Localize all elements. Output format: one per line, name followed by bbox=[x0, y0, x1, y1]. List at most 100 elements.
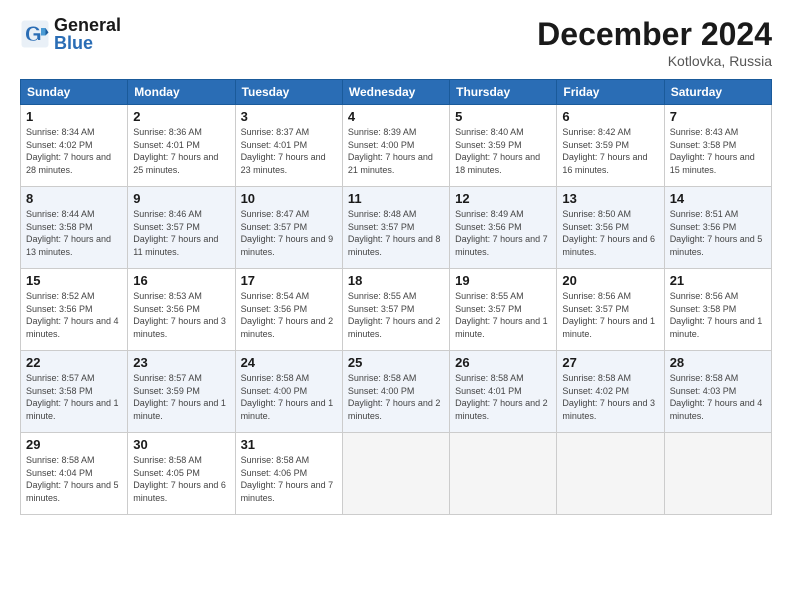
day-info: Sunrise: 8:58 AMSunset: 4:02 PMDaylight:… bbox=[562, 372, 658, 422]
calendar-week-row: 15 Sunrise: 8:52 AMSunset: 3:56 PMDayligh… bbox=[21, 269, 772, 351]
calendar-cell bbox=[664, 433, 771, 515]
calendar-cell: 31 Sunrise: 8:58 AMSunset: 4:06 PMDayligh… bbox=[235, 433, 342, 515]
logo-icon bbox=[20, 19, 50, 49]
day-info: Sunrise: 8:40 AMSunset: 3:59 PMDaylight:… bbox=[455, 126, 551, 176]
day-info: Sunrise: 8:58 AMSunset: 4:05 PMDaylight:… bbox=[133, 454, 229, 504]
day-number: 27 bbox=[562, 355, 658, 370]
day-info: Sunrise: 8:44 AMSunset: 3:58 PMDaylight:… bbox=[26, 208, 122, 258]
day-info: Sunrise: 8:57 AMSunset: 3:59 PMDaylight:… bbox=[133, 372, 229, 422]
day-info: Sunrise: 8:34 AMSunset: 4:02 PMDaylight:… bbox=[26, 126, 122, 176]
calendar-cell: 12Sunrise: 8:49 AMSunset: 3:56 PMDayligh… bbox=[450, 187, 557, 269]
day-number: 22 bbox=[26, 355, 122, 370]
day-number: 26 bbox=[455, 355, 551, 370]
day-info: Sunrise: 8:58 AMSunset: 4:04 PMDaylight:… bbox=[26, 454, 122, 504]
calendar-cell: 16Sunrise: 8:53 AMSunset: 3:56 PMDayligh… bbox=[128, 269, 235, 351]
day-number: 18 bbox=[348, 273, 444, 288]
logo-text: General Blue bbox=[54, 16, 121, 52]
calendar-cell: 23 Sunrise: 8:57 AMSunset: 3:59 PMDayligh… bbox=[128, 351, 235, 433]
column-header-saturday: Saturday bbox=[664, 80, 771, 105]
day-info: Sunrise: 8:37 AMSunset: 4:01 PMDaylight:… bbox=[241, 126, 337, 176]
day-info: Sunrise: 8:51 AMSunset: 3:56 PMDaylight:… bbox=[670, 208, 766, 258]
day-number: 29 bbox=[26, 437, 122, 452]
calendar-cell: 11 Sunrise: 8:48 AMSunset: 3:57 PMDayligh… bbox=[342, 187, 449, 269]
calendar-week-row: 1 Sunrise: 8:34 AMSunset: 4:02 PMDaylight… bbox=[21, 105, 772, 187]
calendar-cell: 7 Sunrise: 8:43 AMSunset: 3:58 PMDaylight… bbox=[664, 105, 771, 187]
calendar-cell: 30 Sunrise: 8:58 AMSunset: 4:05 PMDayligh… bbox=[128, 433, 235, 515]
calendar-cell: 13 Sunrise: 8:50 AMSunset: 3:56 PMDayligh… bbox=[557, 187, 664, 269]
column-header-monday: Monday bbox=[128, 80, 235, 105]
day-number: 9 bbox=[133, 191, 229, 206]
day-info: Sunrise: 8:55 AMSunset: 3:57 PMDaylight:… bbox=[348, 290, 444, 340]
calendar-cell bbox=[342, 433, 449, 515]
column-header-wednesday: Wednesday bbox=[342, 80, 449, 105]
calendar-week-row: 29 Sunrise: 8:58 AMSunset: 4:04 PMDayligh… bbox=[21, 433, 772, 515]
day-info: Sunrise: 8:56 AMSunset: 3:58 PMDaylight:… bbox=[670, 290, 766, 340]
day-info: Sunrise: 8:50 AMSunset: 3:56 PMDaylight:… bbox=[562, 208, 658, 258]
calendar-cell bbox=[450, 433, 557, 515]
day-number: 23 bbox=[133, 355, 229, 370]
calendar-cell: 24 Sunrise: 8:58 AMSunset: 4:00 PMDayligh… bbox=[235, 351, 342, 433]
column-header-tuesday: Tuesday bbox=[235, 80, 342, 105]
day-info: Sunrise: 8:53 AMSunset: 3:56 PMDaylight:… bbox=[133, 290, 229, 340]
day-info: Sunrise: 8:58 AMSunset: 4:03 PMDaylight:… bbox=[670, 372, 766, 422]
calendar-cell: 3 Sunrise: 8:37 AMSunset: 4:01 PMDaylight… bbox=[235, 105, 342, 187]
day-number: 24 bbox=[241, 355, 337, 370]
day-number: 8 bbox=[26, 191, 122, 206]
day-info: Sunrise: 8:47 AMSunset: 3:57 PMDaylight:… bbox=[241, 208, 337, 258]
location: Kotlovka, Russia bbox=[537, 53, 772, 69]
day-info: Sunrise: 8:52 AMSunset: 3:56 PMDaylight:… bbox=[26, 290, 122, 340]
day-number: 3 bbox=[241, 109, 337, 124]
day-number: 28 bbox=[670, 355, 766, 370]
day-info: Sunrise: 8:42 AMSunset: 3:59 PMDaylight:… bbox=[562, 126, 658, 176]
day-number: 15 bbox=[26, 273, 122, 288]
calendar-cell: 14Sunrise: 8:51 AMSunset: 3:56 PMDayligh… bbox=[664, 187, 771, 269]
day-number: 31 bbox=[241, 437, 337, 452]
title-block: December 2024 Kotlovka, Russia bbox=[537, 16, 772, 69]
day-info: Sunrise: 8:46 AMSunset: 3:57 PMDaylight:… bbox=[133, 208, 229, 258]
day-number: 11 bbox=[348, 191, 444, 206]
day-number: 4 bbox=[348, 109, 444, 124]
calendar-page: General Blue December 2024 Kotlovka, Rus… bbox=[0, 0, 792, 612]
calendar-cell: 21Sunrise: 8:56 AMSunset: 3:58 PMDayligh… bbox=[664, 269, 771, 351]
calendar-cell: 17 Sunrise: 8:54 AMSunset: 3:56 PMDayligh… bbox=[235, 269, 342, 351]
day-info: Sunrise: 8:54 AMSunset: 3:56 PMDaylight:… bbox=[241, 290, 337, 340]
day-number: 30 bbox=[133, 437, 229, 452]
day-number: 10 bbox=[241, 191, 337, 206]
day-number: 20 bbox=[562, 273, 658, 288]
calendar-cell: 26 Sunrise: 8:58 AMSunset: 4:01 PMDayligh… bbox=[450, 351, 557, 433]
day-info: Sunrise: 8:36 AMSunset: 4:01 PMDaylight:… bbox=[133, 126, 229, 176]
calendar-cell: 2Sunrise: 8:36 AMSunset: 4:01 PMDaylight… bbox=[128, 105, 235, 187]
column-header-thursday: Thursday bbox=[450, 80, 557, 105]
day-info: Sunrise: 8:48 AMSunset: 3:57 PMDaylight:… bbox=[348, 208, 444, 258]
day-number: 25 bbox=[348, 355, 444, 370]
calendar-cell: 5Sunrise: 8:40 AMSunset: 3:59 PMDaylight… bbox=[450, 105, 557, 187]
calendar-week-row: 22 Sunrise: 8:57 AMSunset: 3:58 PMDayligh… bbox=[21, 351, 772, 433]
day-number: 17 bbox=[241, 273, 337, 288]
day-info: Sunrise: 8:58 AMSunset: 4:01 PMDaylight:… bbox=[455, 372, 551, 422]
day-info: Sunrise: 8:58 AMSunset: 4:00 PMDaylight:… bbox=[241, 372, 337, 422]
calendar-cell: 20Sunrise: 8:56 AMSunset: 3:57 PMDayligh… bbox=[557, 269, 664, 351]
day-info: Sunrise: 8:58 AMSunset: 4:06 PMDaylight:… bbox=[241, 454, 337, 504]
calendar-cell: 4 Sunrise: 8:39 AMSunset: 4:00 PMDaylight… bbox=[342, 105, 449, 187]
calendar-week-row: 8 Sunrise: 8:44 AMSunset: 3:58 PMDaylight… bbox=[21, 187, 772, 269]
day-number: 19 bbox=[455, 273, 551, 288]
day-info: Sunrise: 8:57 AMSunset: 3:58 PMDaylight:… bbox=[26, 372, 122, 422]
day-number: 1 bbox=[26, 109, 122, 124]
calendar-cell: 15 Sunrise: 8:52 AMSunset: 3:56 PMDayligh… bbox=[21, 269, 128, 351]
month-title: December 2024 bbox=[537, 16, 772, 53]
calendar-table: SundayMondayTuesdayWednesdayThursdayFrid… bbox=[20, 79, 772, 515]
day-number: 13 bbox=[562, 191, 658, 206]
calendar-cell: 28 Sunrise: 8:58 AMSunset: 4:03 PMDayligh… bbox=[664, 351, 771, 433]
calendar-cell bbox=[557, 433, 664, 515]
calendar-cell: 19Sunrise: 8:55 AMSunset: 3:57 PMDayligh… bbox=[450, 269, 557, 351]
page-header: General Blue December 2024 Kotlovka, Rus… bbox=[20, 16, 772, 69]
day-info: Sunrise: 8:49 AMSunset: 3:56 PMDaylight:… bbox=[455, 208, 551, 258]
day-info: Sunrise: 8:43 AMSunset: 3:58 PMDaylight:… bbox=[670, 126, 766, 176]
column-header-friday: Friday bbox=[557, 80, 664, 105]
day-info: Sunrise: 8:39 AMSunset: 4:00 PMDaylight:… bbox=[348, 126, 444, 176]
day-number: 7 bbox=[670, 109, 766, 124]
calendar-cell: 1 Sunrise: 8:34 AMSunset: 4:02 PMDaylight… bbox=[21, 105, 128, 187]
day-info: Sunrise: 8:58 AMSunset: 4:00 PMDaylight:… bbox=[348, 372, 444, 422]
calendar-cell: 27 Sunrise: 8:58 AMSunset: 4:02 PMDayligh… bbox=[557, 351, 664, 433]
calendar-cell: 22 Sunrise: 8:57 AMSunset: 3:58 PMDayligh… bbox=[21, 351, 128, 433]
